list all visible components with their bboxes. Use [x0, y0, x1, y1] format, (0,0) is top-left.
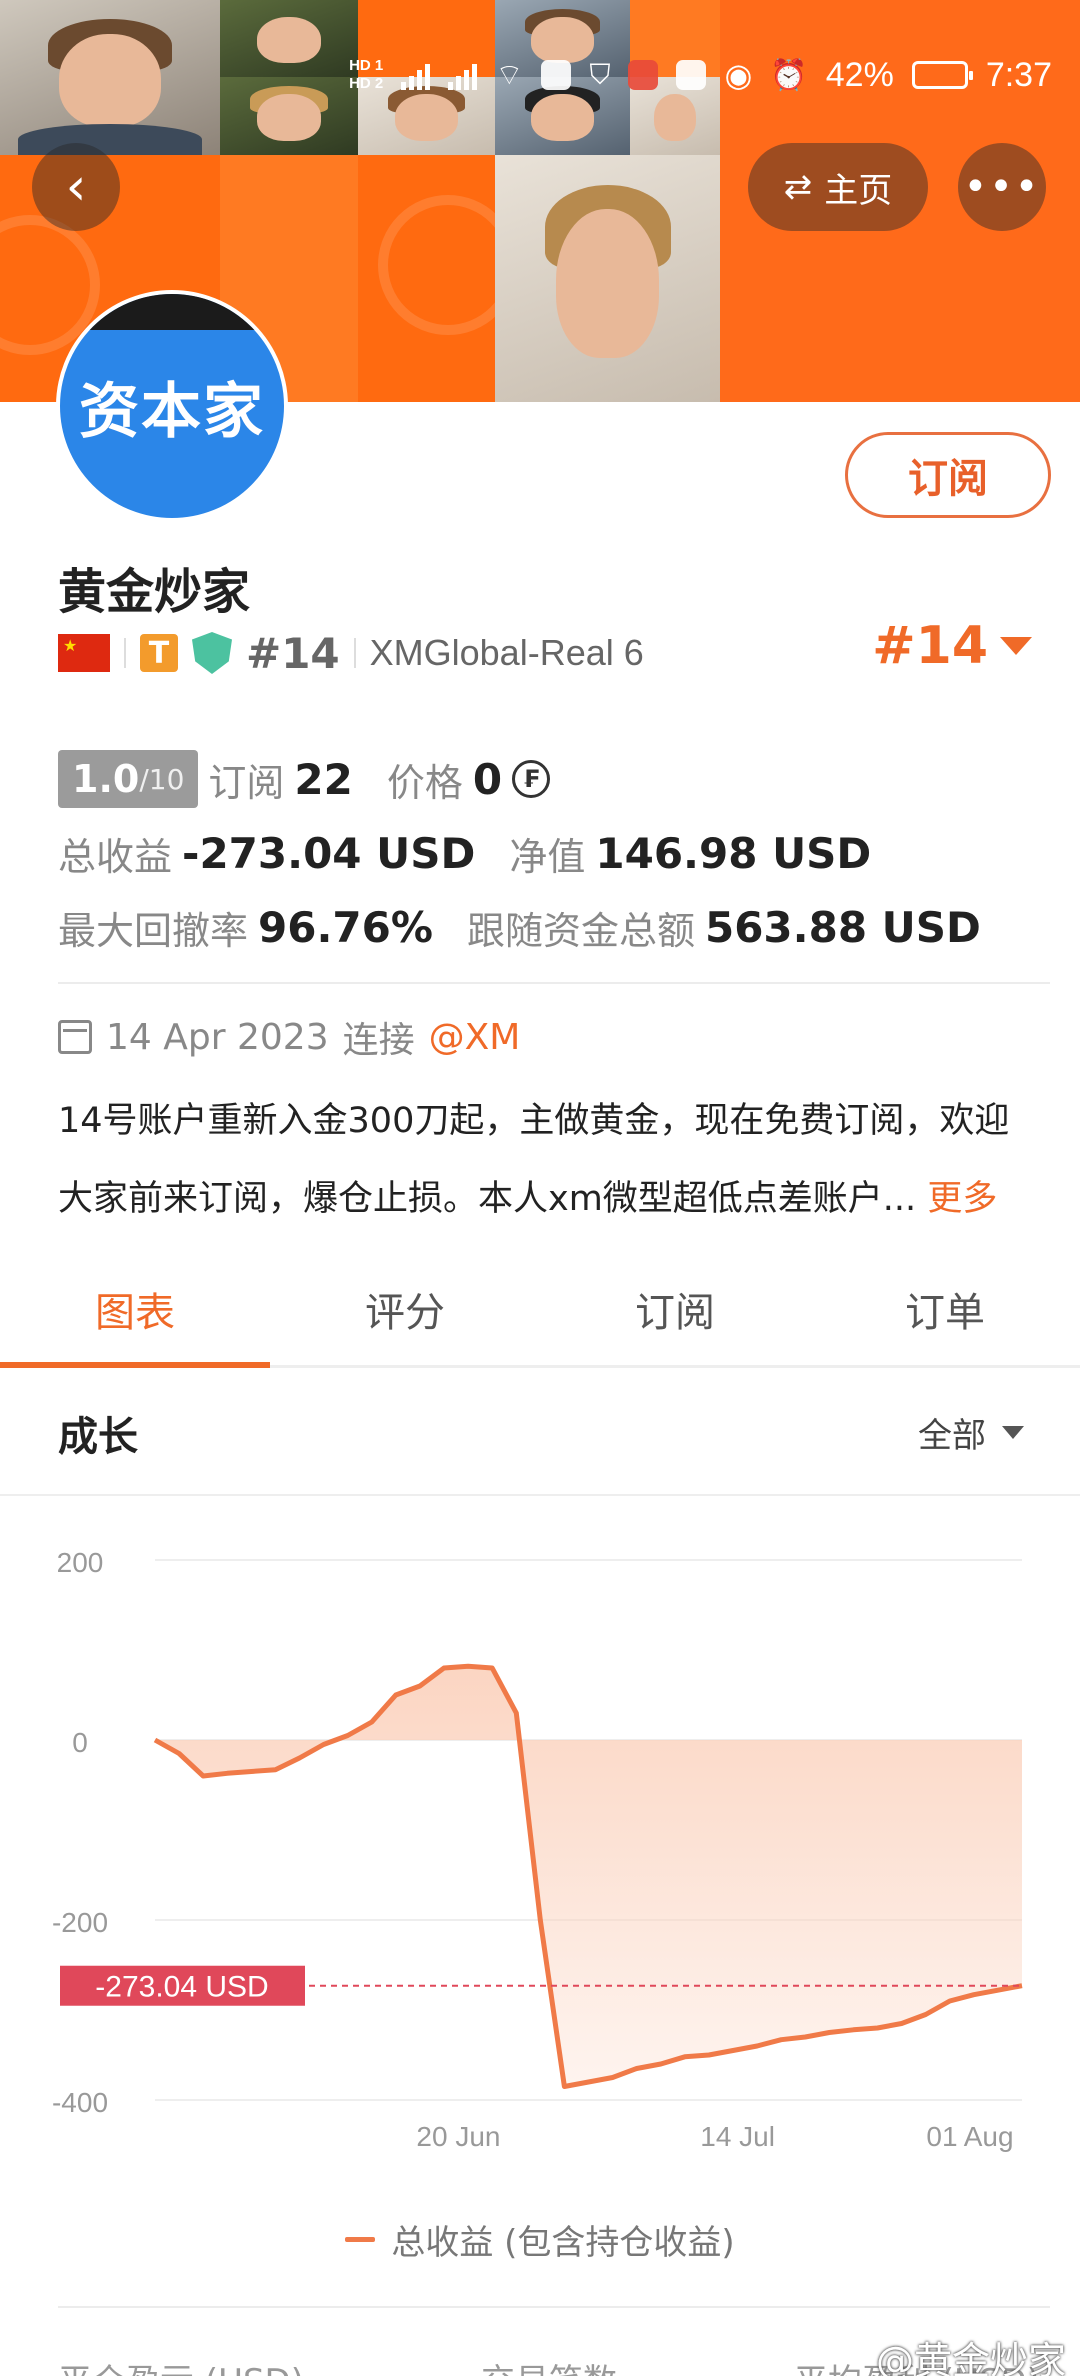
calendar-icon [58, 1020, 92, 1054]
signal-icon [401, 60, 431, 90]
status-bar: HD 1 HD 2 ⌔ ⛉ ◉ ⏰ 42% 7:37 [270, 40, 1080, 110]
watermark: @黄金炒家 [875, 2339, 1066, 2376]
y-tick-label: -200 [52, 1907, 108, 1938]
closed-pnl-label: 平仓盈亏 (USD) [58, 2354, 304, 2376]
cover-pattern [358, 155, 518, 402]
chart-svg: 200 0 -200 -400 -273.04 USD 20 Jun 14 Jul 01 Au… [52, 1547, 1023, 2152]
app-notification-icon [541, 60, 572, 90]
section-divider [58, 982, 1050, 984]
subscriptions-value: 22 [294, 754, 353, 804]
legend-label: 总收益 (包含持仓收益) [391, 2223, 735, 2263]
account-name: XMGlobal-Real 6 [369, 632, 644, 673]
description-line: 14号账户重新入金300刀起，主做黄金，现在免费订阅，欢迎 [58, 1101, 1010, 1141]
connection-text: 连接 [342, 1020, 415, 1061]
rating-badge: 1.0/10 [58, 750, 199, 808]
x-tick-label: 20 Jun [416, 2121, 500, 2152]
tab-chart[interactable]: 图表 [0, 1262, 270, 1368]
cover-photo [0, 0, 220, 155]
price-label: 价格 [386, 760, 463, 805]
china-flag-icon [58, 634, 110, 672]
subscribe-button[interactable]: 订阅 [845, 432, 1051, 518]
battery-percent: 42% [825, 55, 894, 94]
provider-name: 黄金炒家 [58, 564, 251, 620]
app-notification-icon [676, 60, 707, 90]
trader-badge: T [140, 634, 178, 672]
caret-down-icon [1000, 637, 1032, 655]
caret-down-icon [1002, 1426, 1024, 1439]
connection-date: 14 Apr 2023 [106, 1016, 329, 1058]
subscriptions-label: 订阅 [208, 760, 285, 805]
divider [124, 638, 126, 668]
range-label: 全部 [918, 1416, 986, 1456]
total-profit-label: 总收益 [58, 834, 173, 879]
clock: 7:37 [985, 55, 1052, 94]
section-divider [58, 2306, 1050, 2308]
max-drawdown-value: 96.76% [258, 902, 433, 952]
growth-section-header: 成长 全部 [0, 1368, 1080, 1496]
section-title: 成长 [58, 1414, 138, 1460]
cover-photo [495, 155, 720, 402]
chart-legend[interactable]: 总收益 (包含持仓收益) [0, 2215, 1080, 2264]
more-link[interactable]: 更多 [927, 1179, 997, 1219]
x-tick-label: 14 Jul [700, 2121, 775, 2152]
back-arrow-icon: ‹ [65, 157, 87, 217]
connection-info: 14 Apr 2023 连接 @XM [58, 1012, 520, 1062]
x-tick-label: 01 Aug [926, 2121, 1013, 2152]
signal-icon [448, 60, 478, 90]
verified-shield-icon [192, 632, 232, 674]
wifi-icon: ⌔ [495, 59, 524, 92]
range-selector[interactable]: 全部 [918, 1408, 1024, 1457]
y-tick-label: -400 [52, 2087, 108, 2118]
description-line: 大家前来订阅，爆仓止损。本人xm微型超低点差账户... 更多 [58, 1179, 998, 1219]
broker-link[interactable]: @XM [429, 1017, 521, 1058]
rank-dropdown[interactable]: #14 [872, 616, 1032, 676]
more-options-button[interactable]: ••• [958, 143, 1046, 231]
home-label: 主页 [824, 170, 893, 211]
y-tick-label: 0 [72, 1727, 88, 1758]
tab-rating[interactable]: 评分 [270, 1262, 540, 1365]
equity-value: 146.98 USD [595, 828, 872, 878]
follow-funds-value: 563.88 USD [704, 902, 981, 952]
stats-panel: 1.0/10 订阅 22 价格 0 ₣ 总收益 -273.04 USD 净值 1… [58, 742, 1038, 964]
current-value-label: -273.04 USD [95, 1971, 268, 2004]
divider [353, 638, 356, 668]
eye-icon: ◉ [724, 57, 753, 93]
shield-notification-icon: ⛉ [589, 58, 611, 90]
tab-subscriptions[interactable]: 订阅 [540, 1262, 810, 1365]
coin-icon: ₣ [512, 760, 551, 798]
growth-chart[interactable]: 200 0 -200 -400 -273.04 USD 20 Jun 14 Jul 01 Au… [0, 1500, 1080, 2180]
follow-funds-label: 跟随资金总额 [466, 908, 695, 953]
total-profit-value: -273.04 USD [182, 828, 476, 878]
battery-icon [911, 61, 973, 89]
avatar-text: 资本家 [79, 376, 265, 447]
avatar-decoration [60, 294, 284, 330]
back-button[interactable]: ‹ [32, 143, 120, 231]
rank-value: #14 [872, 616, 988, 676]
max-drawdown-label: 最大回撤率 [58, 908, 249, 953]
badge-row: T #14 XMGlobal-Real 6 [58, 628, 644, 678]
more-dots-icon: ••• [963, 164, 1041, 210]
tab-orders[interactable]: 订单 [810, 1262, 1080, 1365]
swap-arrows-icon: ⇄ [783, 167, 813, 207]
legend-swatch [345, 2237, 376, 2242]
alarm-icon: ⏰ [770, 58, 808, 92]
description: 14号账户重新入金300刀起，主做黄金，现在免费订阅，欢迎 大家前来订阅，爆仓止… [58, 1082, 1038, 1238]
tab-bar: 图表 评分 订阅 订单 [0, 1262, 1080, 1368]
equity-label: 净值 [509, 834, 586, 879]
y-tick-label: 200 [57, 1547, 104, 1578]
trade-count-label: 交易笔数 [481, 2354, 617, 2376]
price-value: 0 [472, 754, 503, 804]
home-button[interactable]: ⇄ 主页 [748, 143, 928, 231]
avatar[interactable]: 资本家 [56, 290, 288, 522]
app-notification-icon [628, 60, 659, 90]
sim-indicator: HD 1 HD 2 [349, 57, 384, 92]
rank-label: #14 [246, 628, 340, 678]
